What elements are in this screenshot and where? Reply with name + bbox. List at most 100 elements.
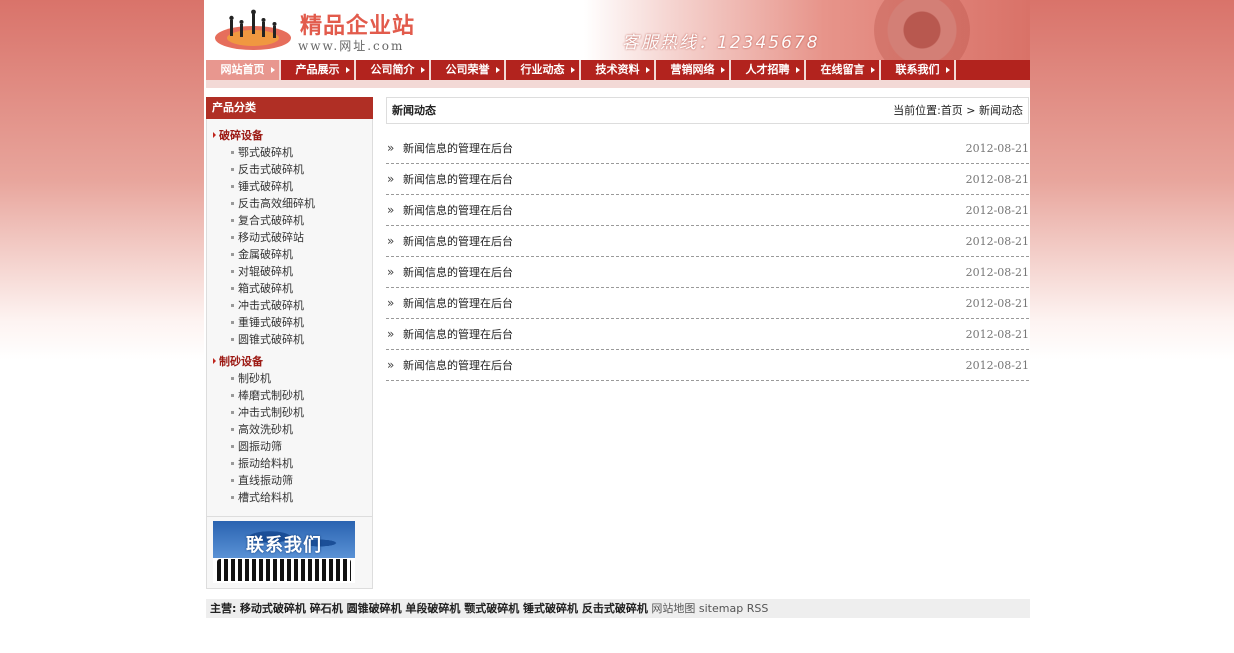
page-wrapper: 精品企业站 www.网址.com 客服热线：12345678 网站首页 产品展示… — [204, 0, 1030, 653]
rss-link[interactable]: RSS — [747, 602, 769, 615]
nav-item-about[interactable]: 公司简介 — [356, 60, 431, 80]
category-crushing[interactable]: 破碎设备 — [207, 127, 372, 144]
nav-item-industry-news[interactable]: 行业动态 — [506, 60, 581, 80]
news-title[interactable]: 新闻信息的管理在后台 — [403, 204, 513, 218]
double-chevron-icon: » — [387, 265, 395, 279]
news-date: 2012-08-21 — [965, 359, 1029, 372]
breadcrumb[interactable]: 当前位置:首页 > 新闻动态 — [893, 98, 1023, 124]
product-link-label: 圆振动筛 — [238, 440, 282, 453]
product-link[interactable]: 对辊破碎机 — [207, 263, 372, 280]
category-title: 破碎设备 — [219, 129, 263, 142]
product-link[interactable]: 金属破碎机 — [207, 246, 372, 263]
logo-url: www.网址.com — [298, 39, 405, 53]
page-title: 新闻动态 — [392, 104, 436, 117]
news-title[interactable]: 新闻信息的管理在后台 — [403, 235, 513, 249]
contact-banner[interactable]: 联系我们 — [206, 517, 373, 589]
arrow-right-icon — [796, 67, 800, 73]
product-link-label: 箱式破碎机 — [238, 282, 293, 295]
news-title[interactable]: 新闻信息的管理在后台 — [403, 173, 513, 187]
product-link[interactable]: 冲击式制砂机 — [207, 404, 372, 421]
sitemap-link[interactable]: 网站地图 — [651, 602, 695, 615]
news-row[interactable]: » 新闻信息的管理在后台 2012-08-21 — [386, 258, 1029, 288]
news-date: 2012-08-21 — [965, 142, 1029, 155]
nav-item-jobs[interactable]: 人才招聘 — [731, 60, 806, 80]
product-link[interactable]: 振动给料机 — [207, 455, 372, 472]
news-title[interactable]: 新闻信息的管理在后台 — [403, 297, 513, 311]
arrow-right-icon — [571, 67, 575, 73]
bullet-icon — [231, 185, 234, 188]
double-chevron-icon: » — [387, 234, 395, 248]
product-link[interactable]: 制砂机 — [207, 370, 372, 387]
news-row[interactable]: » 新闻信息的管理在后台 2012-08-21 — [386, 289, 1029, 319]
nav-item-tech-docs[interactable]: 技术资料 — [581, 60, 656, 80]
category-sand-making[interactable]: 制砂设备 — [207, 353, 372, 370]
news-row[interactable]: » 新闻信息的管理在后台 2012-08-21 — [386, 165, 1029, 195]
nav-item-message[interactable]: 在线留言 — [806, 60, 881, 80]
product-link[interactable]: 圆锥式破碎机 — [207, 331, 372, 348]
news-date: 2012-08-21 — [965, 297, 1029, 310]
arrow-right-icon — [496, 67, 500, 73]
bullet-icon — [231, 270, 234, 273]
news-date: 2012-08-21 — [965, 328, 1029, 341]
nav-item-label: 公司简介 — [370, 63, 415, 76]
product-link[interactable]: 重锤式破碎机 — [207, 314, 372, 331]
nav-item-products[interactable]: 产品展示 — [281, 60, 356, 80]
product-link-label: 直线振动筛 — [238, 474, 293, 487]
footer-keywords[interactable]: 移动式破碎机 碎石机 圆锥破碎机 单段破碎机 颚式破碎机 锤式破碎机 反击式破碎… — [240, 602, 648, 615]
people-silhouette-icon — [217, 559, 351, 581]
news-title[interactable]: 新闻信息的管理在后台 — [403, 142, 513, 156]
product-link[interactable]: 高效洗砂机 — [207, 421, 372, 438]
nav-item-sales-network[interactable]: 营销网络 — [656, 60, 731, 80]
news-title[interactable]: 新闻信息的管理在后台 — [403, 266, 513, 280]
news-title[interactable]: 新闻信息的管理在后台 — [403, 359, 513, 373]
nav-item-label: 公司荣誉 — [445, 63, 490, 76]
product-link[interactable]: 棒磨式制砂机 — [207, 387, 372, 404]
nav-item-label: 营销网络 — [670, 63, 715, 76]
product-link-label: 移动式破碎站 — [238, 231, 304, 244]
product-link[interactable]: 锤式破碎机 — [207, 178, 372, 195]
double-chevron-icon: » — [387, 358, 395, 372]
bullet-icon — [231, 151, 234, 154]
nav-item-contact[interactable]: 联系我们 — [881, 60, 956, 80]
product-link-label: 槽式给料机 — [238, 491, 293, 504]
product-link[interactable]: 槽式给料机 — [207, 489, 372, 506]
sitemap-en-link[interactable]: sitemap — [699, 602, 743, 615]
nav-item-label: 技术资料 — [595, 63, 640, 76]
product-link[interactable]: 反击高效细碎机 — [207, 195, 372, 212]
product-link[interactable]: 鄂式破碎机 — [207, 144, 372, 161]
product-link-label: 重锤式破碎机 — [238, 316, 304, 329]
product-link[interactable]: 箱式破碎机 — [207, 280, 372, 297]
nav-item-label: 产品展示 — [295, 63, 340, 76]
product-link-label: 棒磨式制砂机 — [238, 389, 304, 402]
news-row[interactable]: » 新闻信息的管理在后台 2012-08-21 — [386, 320, 1029, 350]
news-row[interactable]: » 新闻信息的管理在后台 2012-08-21 — [386, 196, 1029, 226]
nav-strip — [206, 80, 1030, 88]
double-chevron-icon: » — [387, 203, 395, 217]
product-link-label: 圆锥式破碎机 — [238, 333, 304, 346]
product-link-label: 反击式破碎机 — [238, 163, 304, 176]
product-link-label: 金属破碎机 — [238, 248, 293, 261]
product-link[interactable]: 反击式破碎机 — [207, 161, 372, 178]
bullet-icon — [231, 338, 234, 341]
arrow-right-icon — [946, 67, 950, 73]
bullet-icon — [231, 168, 234, 171]
news-title[interactable]: 新闻信息的管理在后台 — [403, 328, 513, 342]
news-row[interactable]: » 新闻信息的管理在后台 2012-08-21 — [386, 134, 1029, 164]
logo-title[interactable]: 精品企业站 — [300, 8, 415, 40]
product-link[interactable]: 复合式破碎机 — [207, 212, 372, 229]
product-link-label: 制砂机 — [238, 372, 271, 385]
nav-item-honors[interactable]: 公司荣誉 — [431, 60, 506, 80]
bullet-icon — [231, 304, 234, 307]
news-row[interactable]: » 新闻信息的管理在后台 2012-08-21 — [386, 227, 1029, 257]
product-link-label: 复合式破碎机 — [238, 214, 304, 227]
product-link[interactable]: 冲击式破碎机 — [207, 297, 372, 314]
product-link[interactable]: 移动式破碎站 — [207, 229, 372, 246]
product-link[interactable]: 直线振动筛 — [207, 472, 372, 489]
product-link-label: 高效洗砂机 — [238, 423, 293, 436]
news-list: » 新闻信息的管理在后台 2012-08-21 » 新闻信息的管理在后台 2012-08… — [386, 134, 1029, 382]
news-row[interactable]: » 新闻信息的管理在后台 2012-08-21 — [386, 351, 1029, 381]
nav-item-home[interactable]: 网站首页 — [206, 60, 281, 80]
product-link[interactable]: 圆振动筛 — [207, 438, 372, 455]
product-link-label: 锤式破碎机 — [238, 180, 293, 193]
product-link-label: 反击高效细碎机 — [238, 197, 315, 210]
